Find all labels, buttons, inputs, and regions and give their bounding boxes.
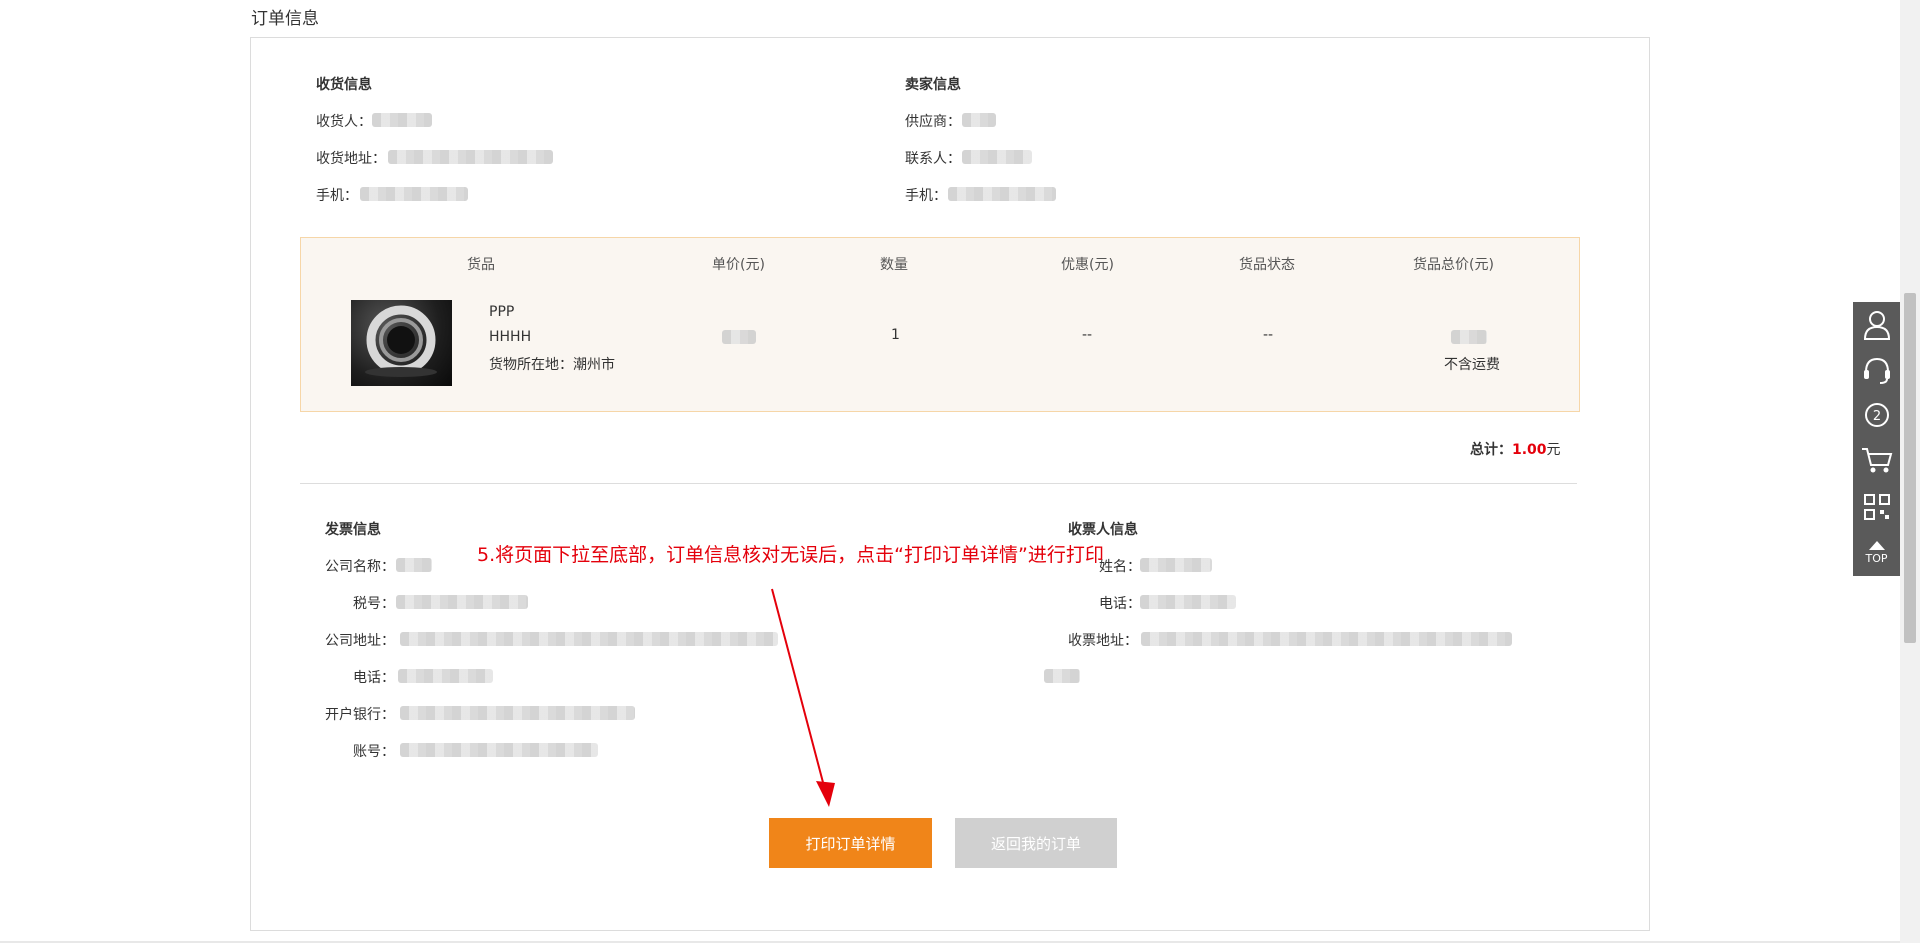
invoice-account-label: 账号： (353, 744, 395, 760)
badge-icon[interactable]: 2 (1853, 392, 1900, 437)
header-unit-price: 单价(元) (712, 257, 765, 273)
tutorial-annotation: 5.将页面下拉至底部，订单信息核对无误后，点击“打印订单详情”进行打印 (477, 544, 1104, 566)
scrollbar-thumb[interactable] (1904, 293, 1916, 643)
seller-heading: 卖家信息 (905, 77, 961, 93)
header-discount: 优惠(元) (1061, 257, 1114, 273)
seller-phone-redacted (948, 187, 1056, 201)
total-unit: 元 (1546, 442, 1561, 458)
invoice-receiver-phone-redacted (1140, 595, 1236, 609)
cart-icon[interactable] (1853, 437, 1900, 482)
product-status: -- (1263, 327, 1274, 343)
invoice-tax-redacted (396, 595, 528, 609)
invoice-tax-label: 税号： (353, 596, 395, 612)
invoice-receiver-heading: 收票人信息 (1068, 522, 1138, 538)
invoice-receiver-name-redacted (1140, 558, 1212, 572)
receiver-heading: 收货信息 (316, 77, 372, 93)
invoice-receiver-address-redacted (1141, 632, 1512, 646)
invoice-bank-redacted (400, 706, 635, 720)
invoice-receiver-phone-label: 电话： (1099, 596, 1141, 612)
print-order-button[interactable]: 打印订单详情 (769, 818, 932, 868)
invoice-phone-redacted (398, 669, 493, 683)
invoice-heading: 发票信息 (325, 522, 381, 538)
receiver-address-redacted (388, 150, 553, 164)
invoice-bank-label: 开户银行： (325, 707, 395, 723)
receiver-phone-label: 手机： (316, 188, 358, 204)
badge-count: 2 (1872, 409, 1880, 424)
product-quantity: 1 (891, 327, 900, 343)
invoice-receiver-address-line2-redacted (1044, 669, 1080, 683)
receiver-name-redacted (372, 113, 432, 127)
invoice-address-redacted (400, 632, 778, 646)
product-image[interactable] (351, 300, 452, 386)
section-title: 订单信息 (251, 9, 319, 29)
seller-phone-label: 手机： (905, 188, 947, 204)
total-value: 1.00 (1512, 442, 1547, 458)
headset-icon[interactable] (1853, 347, 1900, 392)
seller-supplier-label: 供应商： (905, 114, 961, 130)
arrow-up-icon (1868, 540, 1885, 550)
header-goods: 货品 (467, 257, 495, 273)
seller-contact-redacted (962, 150, 1032, 164)
product-location: 货物所在地：潮州市 (489, 357, 615, 373)
top-button[interactable]: TOP (1853, 530, 1900, 575)
invoice-company-label: 公司名称： (325, 559, 395, 575)
header-status: 货品状态 (1239, 257, 1295, 273)
product-name-line2[interactable]: HHHH (489, 329, 531, 345)
top-label: TOP (1865, 551, 1888, 565)
total-label: 总计： (1470, 442, 1512, 458)
product-total-redacted (1451, 330, 1487, 344)
shipping-note: 不含运费 (1444, 357, 1500, 373)
qrcode-icon[interactable] (1853, 484, 1900, 529)
goods-table: 货品 单价(元) 数量 优惠(元) 货品状态 货品总价(元) PPP HHHH … (300, 237, 1580, 412)
order-total: 总计：1.00元 (1470, 439, 1561, 459)
header-total-price: 货品总价(元) (1413, 257, 1494, 273)
product-discount: -- (1082, 327, 1093, 343)
annotation-arrow (771, 588, 835, 807)
header-quantity: 数量 (880, 257, 908, 273)
invoice-receiver-address-label: 收票地址： (1068, 633, 1138, 649)
back-to-orders-button[interactable]: 返回我的订单 (955, 818, 1117, 868)
order-info-panel (250, 37, 1650, 931)
side-toolbar: 2 TOP (1853, 302, 1900, 576)
invoice-address-label: 公司地址： (325, 633, 395, 649)
user-icon[interactable] (1853, 302, 1900, 347)
receiver-phone-redacted (360, 187, 468, 201)
invoice-phone-label: 电话： (353, 670, 395, 686)
invoice-account-redacted (400, 743, 598, 757)
receiver-address-label: 收货地址： (316, 151, 386, 167)
divider (300, 483, 1577, 484)
invoice-company-redacted (396, 558, 432, 572)
receiver-name-label: 收货人： (316, 114, 372, 130)
seller-supplier-redacted (962, 113, 996, 127)
seller-contact-label: 联系人： (905, 151, 961, 167)
unit-price-redacted (722, 330, 756, 344)
product-name-line1[interactable]: PPP (489, 304, 514, 320)
